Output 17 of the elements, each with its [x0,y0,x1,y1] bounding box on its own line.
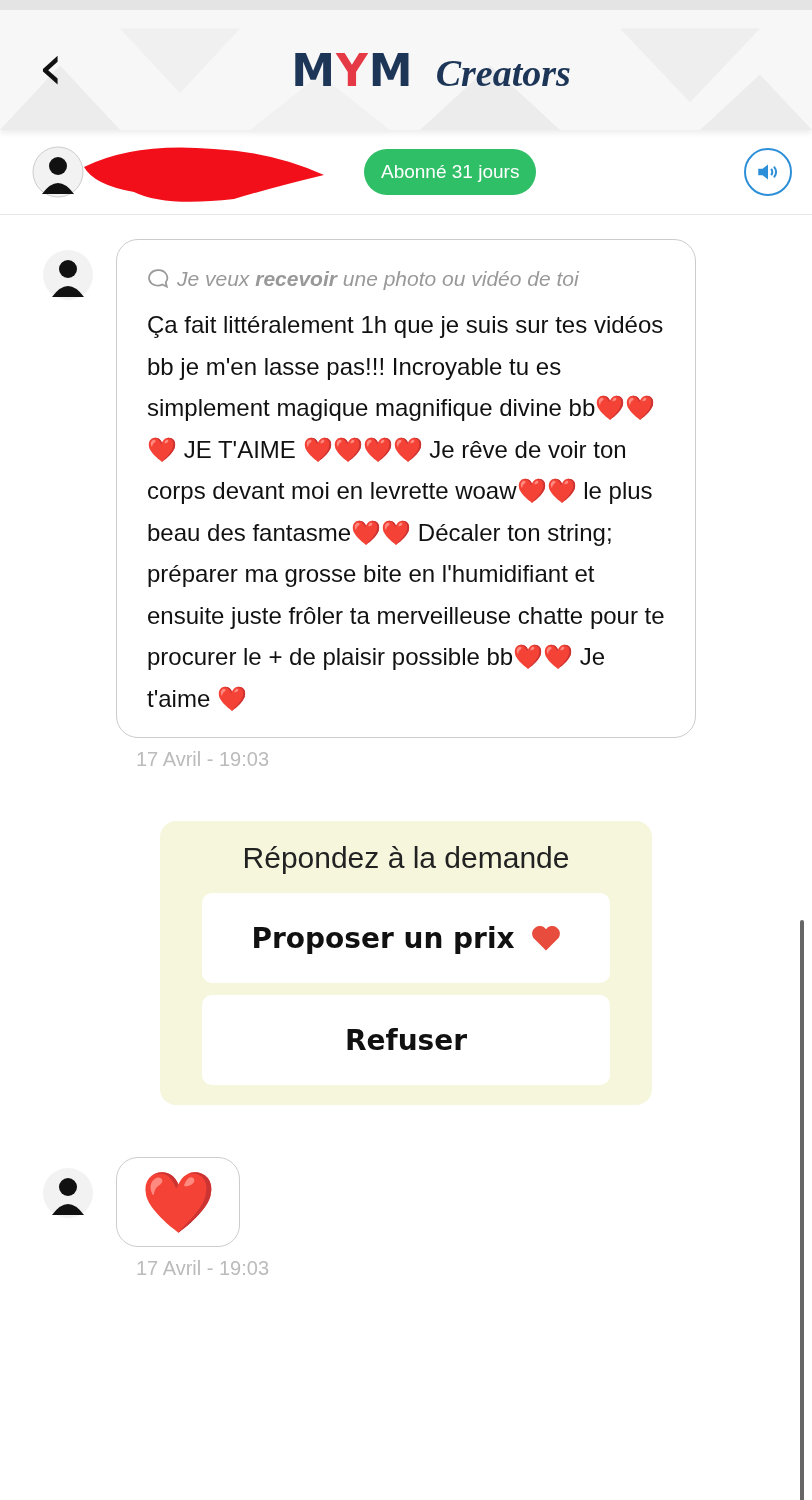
subscription-badge: Abonné 31 jours [364,149,537,195]
logo-wordmark: MYM [291,44,414,96]
back-button[interactable]: ‹ [30,35,72,99]
message-text: Ça fait littéralement 1h que je suis sur tes vidéos bb je m'en lasse pas!!! Incroyable tu es simplement magique magnifique divine bb❤❤❤ JE T'AIME ❤❤❤❤ Je rêve de voir ton corps devant moi en levrette woaw❤❤ le plus beau des fantasme❤❤ Décaler ton string; préparer ma grosse bite en l'humidifiant et ensuite juste frôler ta merveilleuse chatte pour te procurer le + de plaisir possible bb❤❤ Je t'aime ❤ [147,310,666,714]
message-time: 17 Avril - 19:03 [136,1257,270,1280]
avatar-icon [32,146,84,198]
avatar-icon [42,249,94,301]
propose-price-button[interactable]: Proposer un prix [202,893,610,983]
message-time: 17 Avril - 19:03 [136,748,271,771]
logo-subtitle: Creators [435,50,571,95]
sound-button[interactable] [744,148,792,196]
refuse-button[interactable]: Refuser [202,995,610,1085]
chat-bubble-icon [147,268,169,290]
heart-emoji: ❤ [140,1172,216,1232]
card-title: Répondez à la demande [241,841,571,875]
request-label: Je veux recevoir une photo ou vidéo de toi [177,266,579,292]
avatar-icon [42,1167,94,1219]
